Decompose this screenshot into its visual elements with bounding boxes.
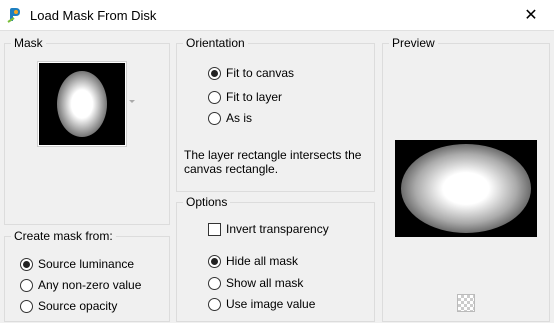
invert-transparency-checkbox[interactable]: Invert transparency bbox=[208, 222, 329, 236]
radio-label: Fit to canvas bbox=[226, 66, 295, 80]
options-label: Options bbox=[183, 195, 231, 209]
checkbox-box bbox=[208, 222, 221, 236]
preview-mask-shape bbox=[401, 144, 531, 233]
mask-thumbnail-image bbox=[57, 71, 107, 137]
radio-indicator bbox=[208, 111, 221, 125]
radio-indicator bbox=[208, 66, 221, 80]
radio-any-nonzero[interactable]: Any non-zero value bbox=[20, 278, 141, 292]
radio-label: Source luminance bbox=[38, 257, 135, 271]
radio-as-is[interactable]: As is bbox=[208, 111, 252, 125]
create-mask-label: Create mask from: bbox=[11, 229, 116, 243]
checkbox-label: Invert transparency bbox=[226, 222, 329, 236]
radio-indicator bbox=[208, 90, 221, 104]
radio-label: As is bbox=[226, 111, 253, 125]
radio-show-all-mask[interactable]: Show all mask bbox=[208, 276, 303, 290]
radio-indicator bbox=[20, 278, 33, 292]
radio-label: Fit to layer bbox=[226, 90, 283, 104]
mask-group-label: Mask bbox=[11, 36, 46, 50]
radio-fit-to-canvas[interactable]: Fit to canvas bbox=[208, 66, 294, 80]
radio-source-opacity[interactable]: Source opacity bbox=[20, 299, 117, 313]
radio-fit-to-layer[interactable]: Fit to layer bbox=[208, 90, 282, 104]
radio-hide-all-mask[interactable]: Hide all mask bbox=[208, 254, 298, 268]
radio-indicator bbox=[20, 257, 33, 271]
radio-indicator bbox=[208, 254, 221, 268]
radio-label: Use image value bbox=[226, 297, 316, 311]
radio-indicator bbox=[20, 299, 33, 313]
radio-label: Hide all mask bbox=[226, 254, 299, 268]
dropdown-arrow-icon[interactable] bbox=[129, 100, 135, 103]
radio-indicator bbox=[208, 297, 221, 311]
window-title: Load Mask From Disk bbox=[30, 8, 157, 23]
orientation-label: Orientation bbox=[183, 36, 248, 50]
radio-label: Any non-zero value bbox=[38, 278, 142, 292]
radio-label: Show all mask bbox=[226, 276, 304, 290]
radio-use-image-value[interactable]: Use image value bbox=[208, 297, 315, 311]
app-icon bbox=[7, 8, 20, 23]
mask-thumbnail[interactable] bbox=[37, 61, 127, 147]
title-bar: Load Mask From Disk ✕ bbox=[0, 0, 554, 31]
close-button[interactable]: ✕ bbox=[508, 0, 554, 30]
orientation-info-text: The layer rectangle intersects the canva… bbox=[184, 148, 362, 176]
preview-image bbox=[395, 140, 537, 237]
preview-label: Preview bbox=[389, 36, 438, 50]
radio-label: Source opacity bbox=[38, 299, 118, 313]
radio-indicator bbox=[208, 276, 221, 290]
radio-source-luminance[interactable]: Source luminance bbox=[20, 257, 134, 271]
checkerboard-icon[interactable] bbox=[457, 294, 475, 312]
close-icon: ✕ bbox=[524, 7, 538, 24]
